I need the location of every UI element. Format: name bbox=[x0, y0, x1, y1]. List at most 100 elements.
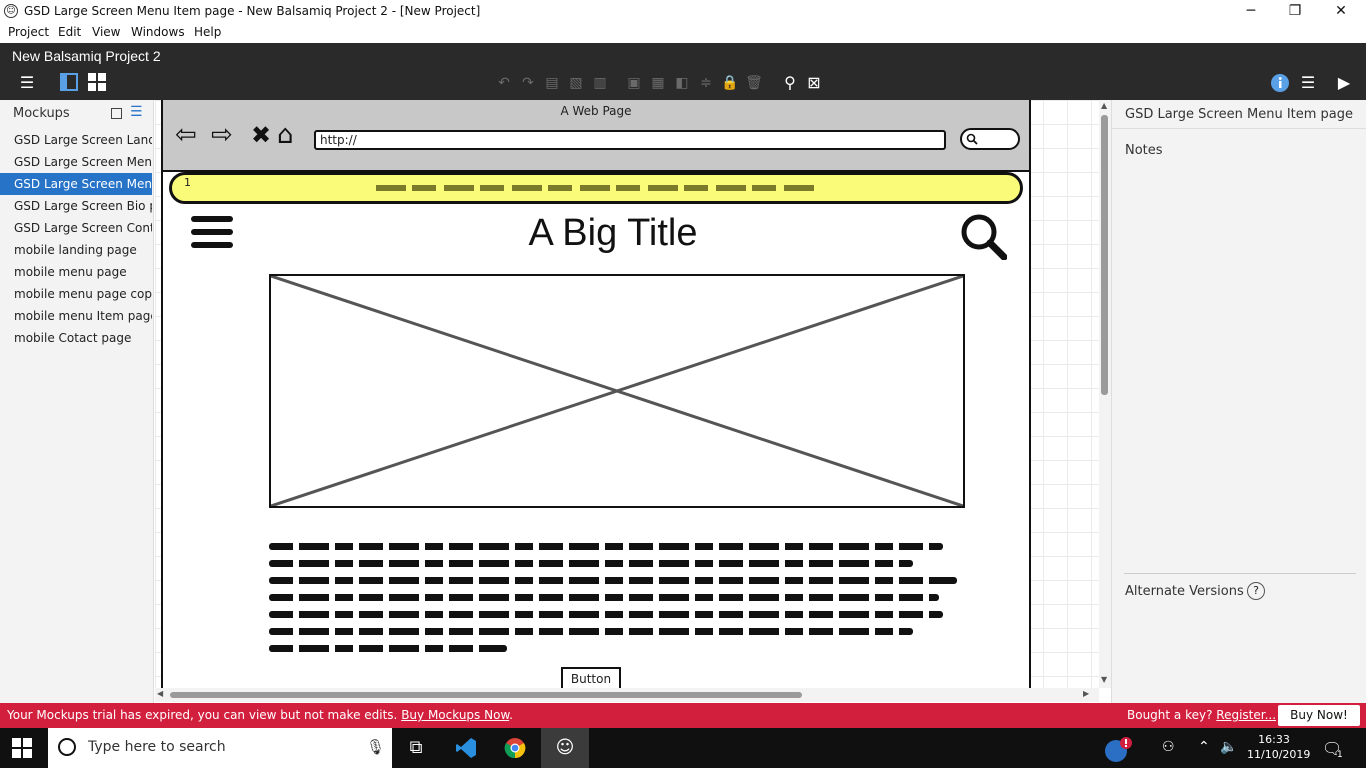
paragraph-scribble-line bbox=[269, 645, 507, 652]
presentation-play-icon[interactable]: ▶ bbox=[1332, 73, 1356, 93]
thumbnail-view-icon[interactable] bbox=[111, 108, 122, 119]
browser-window-mockup[interactable]: A Web Page ⇦ ⇨ ✖ ⌂ http:// 1 A Big Title bbox=[161, 100, 1031, 688]
show-hidden-icons-chevron[interactable]: ⌃ bbox=[1198, 739, 1210, 755]
mockup-list-item[interactable]: GSD Large Screen Conta bbox=[0, 217, 152, 239]
alternate-versions-label: Alternate Versions bbox=[1125, 584, 1244, 599]
mockup-list-item-selected[interactable]: GSD Large Screen Menu bbox=[0, 173, 152, 195]
defender-alert-icon[interactable] bbox=[1104, 736, 1132, 768]
mockup-canvas[interactable]: A Web Page ⇦ ⇨ ✖ ⌂ http:// 1 A Big Title bbox=[155, 100, 1099, 688]
vscode-app-icon[interactable] bbox=[442, 728, 490, 768]
buy-now-button[interactable]: Buy Now! bbox=[1278, 705, 1360, 726]
browser-search-box bbox=[960, 128, 1020, 150]
grid-view-icon[interactable] bbox=[86, 73, 108, 93]
scroll-down-icon[interactable]: ▼ bbox=[1101, 675, 1107, 684]
menu-edit[interactable]: Edit bbox=[58, 25, 81, 39]
window-title-bar: ☺ GSD Large Screen Menu Item page - New … bbox=[0, 0, 1366, 24]
group-icon[interactable]: ▣ bbox=[624, 73, 644, 93]
divider bbox=[1112, 128, 1366, 129]
register-link[interactable]: Register... bbox=[1216, 708, 1276, 722]
mockup-list-item[interactable]: mobile landing page bbox=[0, 239, 152, 261]
scroll-up-icon[interactable]: ▲ bbox=[1101, 101, 1107, 110]
list-view-icon[interactable]: ☰ bbox=[130, 104, 143, 120]
fit-screen-icon[interactable]: ⊠ bbox=[804, 73, 824, 93]
menu-windows[interactable]: Windows bbox=[131, 25, 185, 39]
paragraph-scribble-line bbox=[269, 594, 939, 601]
mockup-list-item[interactable]: GSD Large Screen Landi bbox=[0, 129, 152, 151]
minimize-button[interactable]: ─ bbox=[1228, 0, 1274, 24]
windows-start-icon[interactable] bbox=[12, 738, 32, 758]
mockup-list-item[interactable]: mobile menu page bbox=[0, 261, 152, 283]
mockup-list-item[interactable]: GSD Large Screen Menu bbox=[0, 151, 152, 173]
menu-view[interactable]: View bbox=[92, 25, 120, 39]
zoom-search-icon[interactable]: ⚲ bbox=[780, 73, 800, 93]
magnifier-search-icon bbox=[961, 214, 1007, 260]
menu-project[interactable]: Project bbox=[8, 25, 49, 39]
scroll-right-icon[interactable]: ▶ bbox=[1083, 689, 1089, 698]
browser-title: A Web Page bbox=[560, 104, 632, 118]
menu-help[interactable]: Help bbox=[194, 25, 221, 39]
canvas-horizontal-scrollbar[interactable]: ◀ ▶ bbox=[155, 688, 1099, 702]
info-icon[interactable] bbox=[1268, 73, 1292, 93]
redo-icon[interactable]: ↷ bbox=[518, 73, 538, 93]
lock-icon[interactable]: 🔒 bbox=[720, 73, 740, 93]
properties-panel: GSD Large Screen Menu Item page Notes Al… bbox=[1111, 100, 1366, 703]
url-bar: http:// bbox=[314, 130, 946, 150]
volume-icon[interactable]: 🔈 bbox=[1220, 739, 1237, 755]
system-clock[interactable]: 16:33 11/10/2019 bbox=[1247, 732, 1311, 762]
mockups-panel: Mockups ☰ GSD Large Screen Landi GSD Lar… bbox=[0, 100, 154, 703]
clock-date: 11/10/2019 bbox=[1247, 748, 1311, 761]
layout-panel-icon[interactable] bbox=[58, 73, 80, 93]
trash-icon[interactable]: 🗑 bbox=[744, 73, 764, 93]
buy-mockups-link[interactable]: Buy Mockups Now bbox=[401, 708, 509, 722]
back-arrow-icon: ⇦ bbox=[175, 120, 197, 150]
browser-chrome: A Web Page ⇦ ⇨ ✖ ⌂ http:// bbox=[163, 100, 1029, 172]
banner-number: 1 bbox=[184, 176, 191, 189]
people-icon[interactable]: ⚇ bbox=[1162, 739, 1175, 755]
big-title: A Big Title bbox=[528, 212, 698, 254]
menu-bar: Project Edit View Windows Help bbox=[0, 24, 1366, 43]
balsamiq-app-icon[interactable]: ☺ bbox=[541, 728, 589, 768]
divider bbox=[1124, 573, 1356, 574]
align-icon[interactable]: ≑ bbox=[696, 73, 716, 93]
horizontal-scroll-thumb[interactable] bbox=[170, 692, 802, 698]
taskbar-search-box[interactable]: Type here to search 🎙 bbox=[48, 728, 392, 768]
canvas-vertical-scrollbar[interactable]: ▲ ▼ bbox=[1099, 100, 1111, 688]
mockup-list-item[interactable]: mobile Cotact page bbox=[0, 327, 152, 349]
copy-icon[interactable]: ▤ bbox=[542, 73, 562, 93]
mockup-list-item[interactable]: GSD Large Screen Bio pa bbox=[0, 195, 152, 217]
app-smiley-icon: ☺ bbox=[4, 4, 18, 18]
chrome-app-icon[interactable] bbox=[491, 728, 539, 768]
key-prompt-text: Bought a key? bbox=[1127, 708, 1217, 722]
search-icon bbox=[966, 133, 978, 145]
key-prompt: Bought a key? Register... bbox=[1127, 708, 1276, 722]
mockup-list-item[interactable]: mobile menu Item page bbox=[0, 305, 152, 327]
image-placeholder bbox=[269, 274, 965, 508]
forward-arrow-icon: ⇨ bbox=[211, 120, 233, 150]
mockup-name-title[interactable]: GSD Large Screen Menu Item page bbox=[1125, 107, 1353, 122]
notes-list-icon[interactable]: ☰ bbox=[1296, 73, 1320, 93]
stop-x-icon: ✖ bbox=[251, 121, 272, 149]
undo-icon[interactable]: ↶ bbox=[494, 73, 514, 93]
help-question-icon[interactable]: ? bbox=[1247, 582, 1265, 600]
paste-icon[interactable]: ▥ bbox=[590, 73, 610, 93]
close-button[interactable]: ✕ bbox=[1318, 0, 1364, 24]
hamburger-menu-icon[interactable]: ☰ bbox=[12, 73, 42, 93]
scroll-left-icon[interactable]: ◀ bbox=[157, 689, 163, 698]
notification-count-badge: 1 bbox=[1337, 750, 1343, 760]
trial-message-period: . bbox=[509, 708, 513, 722]
notes-label[interactable]: Notes bbox=[1125, 143, 1163, 158]
task-view-icon[interactable]: ⧉ bbox=[392, 728, 440, 768]
mockups-header: Mockups bbox=[13, 106, 70, 121]
cortana-circle-icon bbox=[58, 738, 76, 756]
home-icon: ⌂ bbox=[277, 120, 294, 150]
mockup-button: Button bbox=[561, 667, 621, 688]
window-title: GSD Large Screen Menu Item page - New Ba… bbox=[24, 4, 481, 18]
microphone-icon[interactable]: 🎙 bbox=[366, 738, 385, 756]
restore-button[interactable]: ❐ bbox=[1272, 0, 1318, 24]
windows-taskbar: Type here to search 🎙 ⧉ ☺ ⚇ ⌃ 🔈 16:33 11… bbox=[0, 728, 1366, 768]
ungroup-icon[interactable]: ▦ bbox=[648, 73, 668, 93]
mockup-list-item[interactable]: mobile menu page copy bbox=[0, 283, 152, 305]
duplicate-icon[interactable]: ▧ bbox=[566, 73, 586, 93]
arrange-icon[interactable]: ◧ bbox=[672, 73, 692, 93]
vertical-scroll-thumb[interactable] bbox=[1101, 115, 1108, 395]
